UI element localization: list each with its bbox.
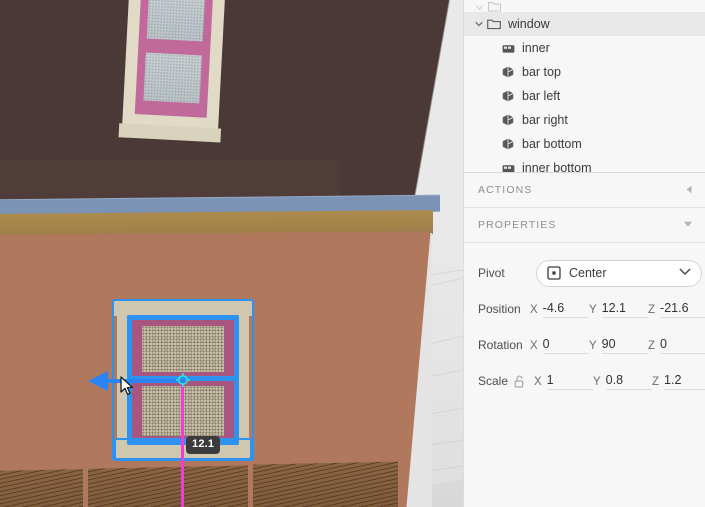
axis-letter-x: X xyxy=(530,339,538,352)
tree-row-label: window xyxy=(508,17,550,31)
position-label: Position xyxy=(478,302,521,316)
position-x-value[interactable]: -4.6 xyxy=(542,301,589,318)
axis-letter-z: Z xyxy=(652,375,660,388)
gizmo-x-axis-line[interactable] xyxy=(107,379,185,383)
wall-right-edge xyxy=(398,233,432,507)
actions-section-header[interactable]: ACTIONS xyxy=(464,173,705,208)
pivot-value: Center xyxy=(569,266,607,280)
pivot-dropdown[interactable]: Center xyxy=(536,259,702,287)
position-x-field[interactable]: X -4.6 xyxy=(530,301,589,318)
chevron-left-icon[interactable] xyxy=(685,185,693,196)
pivot-label: Pivot xyxy=(478,266,505,280)
tree-row-label: bar bottom xyxy=(522,137,582,151)
scale-label: Scale xyxy=(478,374,509,388)
axis-letter-y: Y xyxy=(589,303,597,316)
scale-z-field[interactable]: Z 1.2 xyxy=(652,373,705,390)
pivot-center-icon xyxy=(547,266,561,280)
mesh-cube-icon xyxy=(500,138,516,150)
scale-row: Scale X 1 Y 0.8 Z 1.2 xyxy=(464,363,705,399)
chevron-down-icon[interactable] xyxy=(472,19,486,29)
tree-row-label: bar left xyxy=(522,89,561,103)
scale-y-field[interactable]: Y 0.8 xyxy=(593,373,652,390)
wood-plank xyxy=(0,469,83,507)
position-z-field[interactable]: Z -21.6 xyxy=(648,301,705,318)
gizmo-y-axis-line[interactable] xyxy=(181,381,184,507)
rotation-z-field[interactable]: Z 0 xyxy=(648,337,705,354)
tree-row-label: inner xyxy=(522,41,550,55)
position-row: Position X -4.6 Y 12.1 Z -21.6 xyxy=(464,291,705,327)
selection-bar-top xyxy=(127,315,239,320)
mesh-group-icon xyxy=(500,163,516,172)
axis-letter-z: Z xyxy=(648,339,656,352)
properties-section-header[interactable]: PROPERTIES xyxy=(464,208,705,243)
dormer-window-object[interactable] xyxy=(118,0,227,143)
tree-row-label: inner bottom xyxy=(522,161,592,173)
mouse-cursor-icon xyxy=(120,376,134,396)
chevron-down-icon[interactable] xyxy=(679,268,691,279)
actions-section-title: ACTIONS xyxy=(478,184,533,196)
scale-y-value[interactable]: 0.8 xyxy=(605,373,652,390)
unlocked-padlock-icon[interactable] xyxy=(514,375,534,388)
application-root: 12.1 window inner bar top bar left bar r… xyxy=(0,0,705,507)
axis-letter-x: X xyxy=(530,303,538,316)
tree-row-bar-left[interactable]: bar left xyxy=(464,84,705,108)
rotation-x-field[interactable]: X 0 xyxy=(530,337,589,354)
folder-icon xyxy=(486,1,502,12)
properties-section-title: PROPERTIES xyxy=(478,219,557,231)
tree-row-inner[interactable]: inner xyxy=(464,36,705,60)
rotation-y-value[interactable]: 90 xyxy=(601,337,648,354)
mesh-cube-icon xyxy=(500,114,516,126)
scene-outliner[interactable]: window inner bar top bar left bar right … xyxy=(464,0,705,173)
scale-x-value[interactable]: 1 xyxy=(546,373,593,390)
wood-plank xyxy=(88,465,248,507)
tree-row-bar-bottom[interactable]: bar bottom xyxy=(464,132,705,156)
dormer-glass-pane-top xyxy=(146,0,206,42)
rotation-y-field[interactable]: Y 90 xyxy=(589,337,648,354)
tree-row-window[interactable]: window xyxy=(464,12,705,36)
tree-row-inner-bottom[interactable]: inner bottom xyxy=(464,156,705,173)
tree-row-label: bar top xyxy=(522,65,561,79)
axis-letter-y: Y xyxy=(589,339,597,352)
pivot-row: Pivot Center xyxy=(464,255,705,291)
tree-row-label: bar right xyxy=(522,113,568,127)
axis-letter-x: X xyxy=(534,375,542,388)
roof-slope-edge xyxy=(340,0,463,205)
tree-row-clipped[interactable] xyxy=(464,0,705,12)
rotation-label: Rotation xyxy=(478,338,523,352)
scale-z-value[interactable]: 1.2 xyxy=(664,373,705,390)
rotation-row: Rotation X 0 Y 90 Z 0 xyxy=(464,327,705,363)
right-properties-panel: window inner bar top bar left bar right … xyxy=(463,0,705,507)
position-y-field[interactable]: Y 12.1 xyxy=(589,301,648,318)
properties-body: Pivot Center Position X -4.6 Y 12.1 Z -2… xyxy=(464,243,705,399)
folder-icon xyxy=(486,18,502,30)
mesh-cube-icon xyxy=(500,66,516,78)
wood-plank xyxy=(253,461,398,507)
tree-row-bar-top[interactable]: bar top xyxy=(464,60,705,84)
mesh-group-icon xyxy=(500,43,516,54)
scale-x-field[interactable]: X 1 xyxy=(534,373,593,390)
gizmo-x-axis-arrow-handle[interactable] xyxy=(88,371,108,391)
3d-scene-viewport[interactable]: 12.1 xyxy=(0,0,463,507)
chevron-down-icon[interactable] xyxy=(683,221,693,230)
chevron-down-icon[interactable] xyxy=(472,3,486,12)
window-glass-pane-top xyxy=(142,326,224,372)
position-z-value[interactable]: -21.6 xyxy=(660,301,705,318)
mesh-cube-icon xyxy=(500,90,516,102)
gizmo-value-badge: 12.1 xyxy=(186,436,221,454)
position-y-value[interactable]: 12.1 xyxy=(601,301,648,318)
tree-row-bar-right[interactable]: bar right xyxy=(464,108,705,132)
axis-letter-y: Y xyxy=(593,375,601,388)
rotation-z-value[interactable]: 0 xyxy=(660,337,705,354)
axis-letter-z: Z xyxy=(648,303,656,316)
gizmo-center-handle[interactable] xyxy=(176,373,190,387)
dormer-glass-pane-bottom xyxy=(143,52,202,104)
rotation-x-value[interactable]: 0 xyxy=(542,337,589,354)
